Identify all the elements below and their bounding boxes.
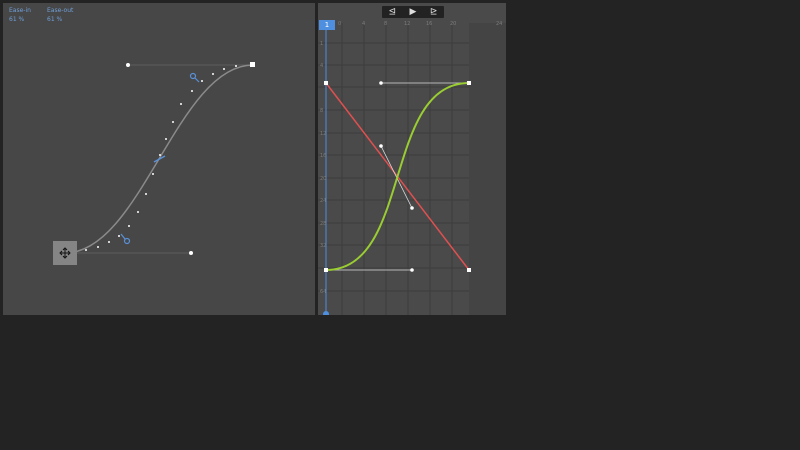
handle-knob-icon[interactable] [379, 144, 383, 148]
ruler-x-tick: 4 [362, 21, 366, 27]
handle-knob-icon[interactable] [410, 206, 414, 210]
ease-curve-canvas [53, 62, 255, 265]
ruler-y-tick: 24 [320, 198, 327, 204]
ruler-y-tick: 1 [320, 41, 324, 47]
key-end-green[interactable] [467, 81, 471, 85]
key-start-red[interactable] [324, 81, 328, 85]
ruler-x-tick: 12 [404, 21, 411, 27]
graph-editor[interactable]: 0 4 8 12 16 20 24 1 4 8 12 16 20 24 28 3… [318, 3, 506, 315]
playhead-knob[interactable] [323, 311, 329, 315]
ruler-y-tick: 8 [320, 108, 324, 114]
ease-curve-editor[interactable]: Ease-in 61 % Ease-out 61 % [3, 3, 315, 315]
ruler-x-tick: 8 [384, 21, 388, 27]
ruler-y-tick: 20 [320, 176, 327, 182]
key-start-green[interactable] [324, 268, 328, 272]
ruler-y-tick: 32 [320, 243, 327, 249]
ruler-y-tick: 4 [320, 63, 324, 69]
end-keyframe[interactable] [250, 62, 255, 67]
play-icon[interactable]: ▶ [405, 6, 421, 18]
ruler-x-tick: 0 [338, 21, 342, 27]
ruler-y-tick: 28 [320, 221, 327, 227]
in-handle-end[interactable] [189, 251, 193, 255]
handle-knob-icon[interactable] [379, 81, 383, 85]
step-back-icon[interactable]: ⊴ [384, 6, 400, 18]
ruler-y-tick: 16 [320, 153, 327, 159]
out-handle-end[interactable] [126, 63, 130, 67]
ruler-y-tick: 12 [320, 131, 327, 137]
graph-canvas [318, 23, 506, 315]
ruler-y-tick: 64 [320, 289, 327, 295]
ruler-x-tick: 20 [450, 21, 457, 27]
key-end-red[interactable] [467, 268, 471, 272]
transport-controls: ⊴ ▶ ⊵ [382, 6, 444, 18]
handle-knob-icon[interactable] [410, 268, 414, 272]
ease-out-knob-icon[interactable] [189, 72, 200, 83]
out-of-range-region [469, 23, 506, 315]
step-forward-icon[interactable]: ⊵ [426, 6, 442, 18]
ruler-x-tick: 16 [426, 21, 433, 27]
ruler-x-tick: 24 [496, 21, 503, 27]
current-frame-badge[interactable]: 1 [319, 20, 335, 30]
ease-in-knob-icon[interactable] [120, 233, 131, 245]
